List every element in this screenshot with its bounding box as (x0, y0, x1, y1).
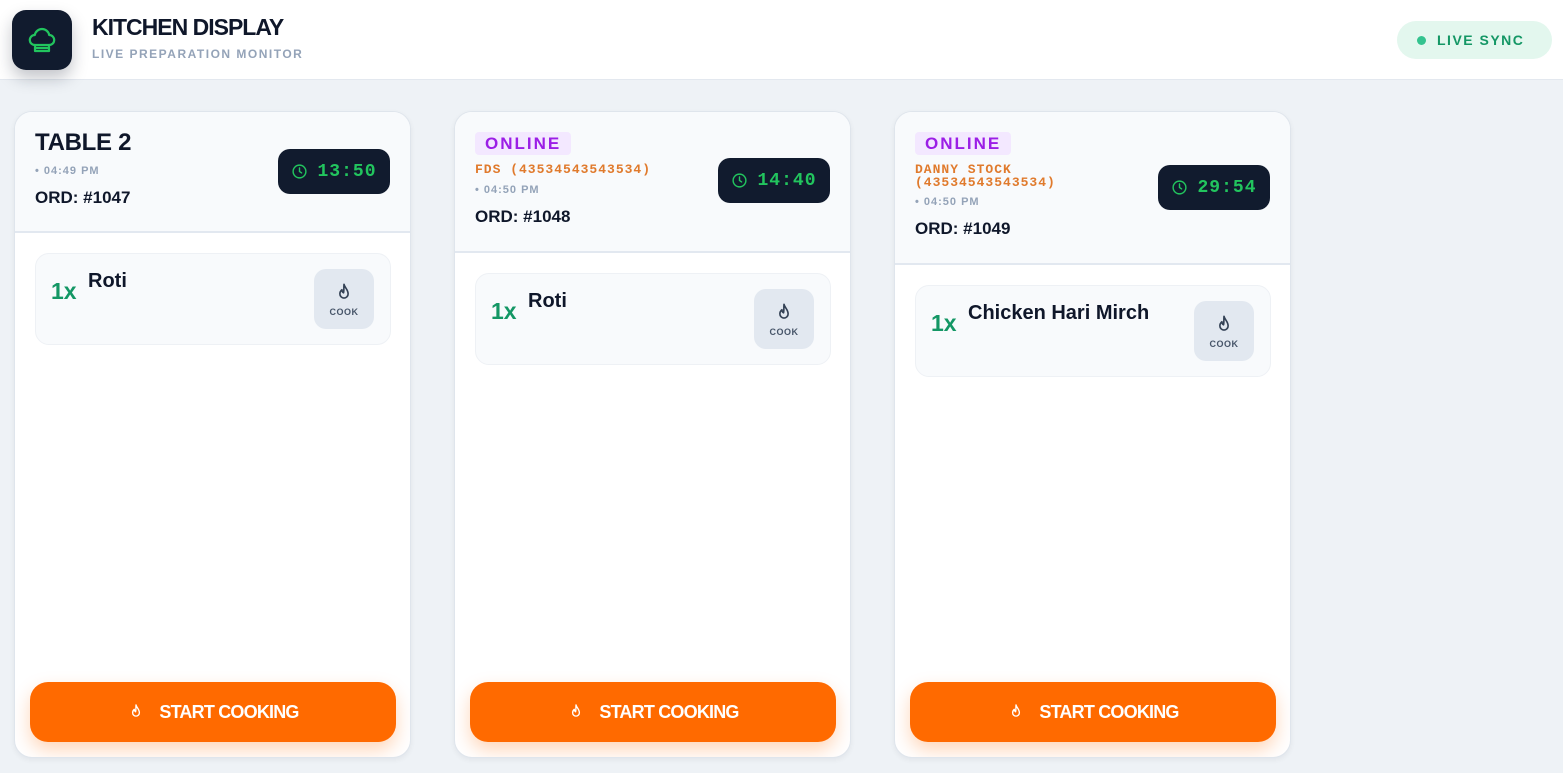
order-item: 1x Roti COOK (35, 253, 391, 345)
chef-hat-icon (28, 27, 56, 53)
start-cooking-button[interactable]: START COOKING (910, 682, 1276, 742)
item-name: Roti (528, 290, 567, 312)
item-name: Chicken Hari Mirch (968, 302, 1150, 324)
flame-icon (127, 703, 145, 721)
order-item: 1x Roti COOK (475, 273, 831, 365)
order-time: • 04:50 PM (475, 184, 540, 196)
order-card: ONLINE FDS (43534543543534) • 04:50 PM O… (454, 111, 851, 758)
item-quantity: 1x (51, 278, 77, 304)
order-header: TABLE 2 • 04:49 PM ORD: #1047 13:50 (15, 112, 410, 233)
customer-phone: (43534543543534) (915, 175, 1056, 190)
start-cooking-button[interactable]: START COOKING (30, 682, 396, 742)
order-id: ORD: #1048 (475, 207, 571, 226)
clock-icon (291, 163, 308, 180)
start-cooking-label: START COOKING (1039, 701, 1179, 722)
cook-item-button[interactable]: COOK (1194, 301, 1254, 361)
item-name: Roti (88, 270, 127, 292)
cook-label: COOK (329, 306, 359, 317)
cook-item-button[interactable]: COOK (754, 289, 814, 349)
start-cooking-label: START COOKING (599, 701, 739, 722)
order-card: TABLE 2 • 04:49 PM ORD: #1047 13:50 1x R… (14, 111, 411, 758)
online-tag: ONLINE (475, 132, 572, 155)
order-item: 1x Chicken Hari Mirch COOK (915, 285, 1271, 377)
cook-item-button[interactable]: COOK (314, 269, 374, 329)
customer-name: FDS (43534543543534) (475, 162, 652, 177)
flame-icon (567, 703, 585, 721)
item-quantity: 1x (491, 298, 517, 324)
elapsed-timer: 29:54 (1158, 165, 1270, 210)
item-quantity: 1x (931, 310, 957, 336)
live-sync-badge: LIVE SYNC (1397, 21, 1552, 59)
elapsed-timer: 14:40 (718, 158, 830, 203)
timer-value: 29:54 (1197, 177, 1257, 198)
top-bar: KITCHEN DISPLAY LIVE PREPARATION MONITOR… (0, 0, 1563, 80)
app-subtitle: LIVE PREPARATION MONITOR (92, 47, 304, 61)
order-header: ONLINE FDS (43534543543534) • 04:50 PM O… (455, 112, 850, 253)
cook-label: COOK (1209, 338, 1239, 349)
order-header: ONLINE DANNY STOCK (43534543543534) • 04… (895, 112, 1290, 265)
order-card: ONLINE DANNY STOCK (43534543543534) • 04… (894, 111, 1291, 758)
order-id: ORD: #1049 (915, 219, 1011, 238)
order-time: • 04:49 PM (35, 165, 100, 177)
order-time: • 04:50 PM (915, 196, 980, 208)
app-logo (12, 10, 72, 70)
clock-icon (731, 172, 748, 189)
online-tag: ONLINE (915, 132, 1012, 155)
flame-icon (333, 282, 355, 304)
status-dot-icon (1417, 35, 1426, 45)
order-source-tag: ONLINE (475, 132, 572, 155)
timer-value: 14:40 (757, 170, 817, 191)
order-id: ORD: #1047 (35, 188, 131, 207)
live-sync-label: LIVE SYNC (1437, 32, 1525, 48)
start-cooking-button[interactable]: START COOKING (470, 682, 836, 742)
start-cooking-label: START COOKING (159, 701, 299, 722)
timer-value: 13:50 (317, 161, 377, 182)
flame-icon (773, 302, 795, 324)
flame-icon (1007, 703, 1025, 721)
clock-icon (1171, 179, 1188, 196)
cook-label: COOK (769, 326, 799, 337)
table-name: TABLE 2 (35, 129, 132, 156)
elapsed-timer: 13:50 (278, 149, 390, 194)
order-source-tag: ONLINE (915, 132, 1012, 155)
app-title: KITCHEN DISPLAY (92, 14, 284, 40)
flame-icon (1213, 314, 1235, 336)
